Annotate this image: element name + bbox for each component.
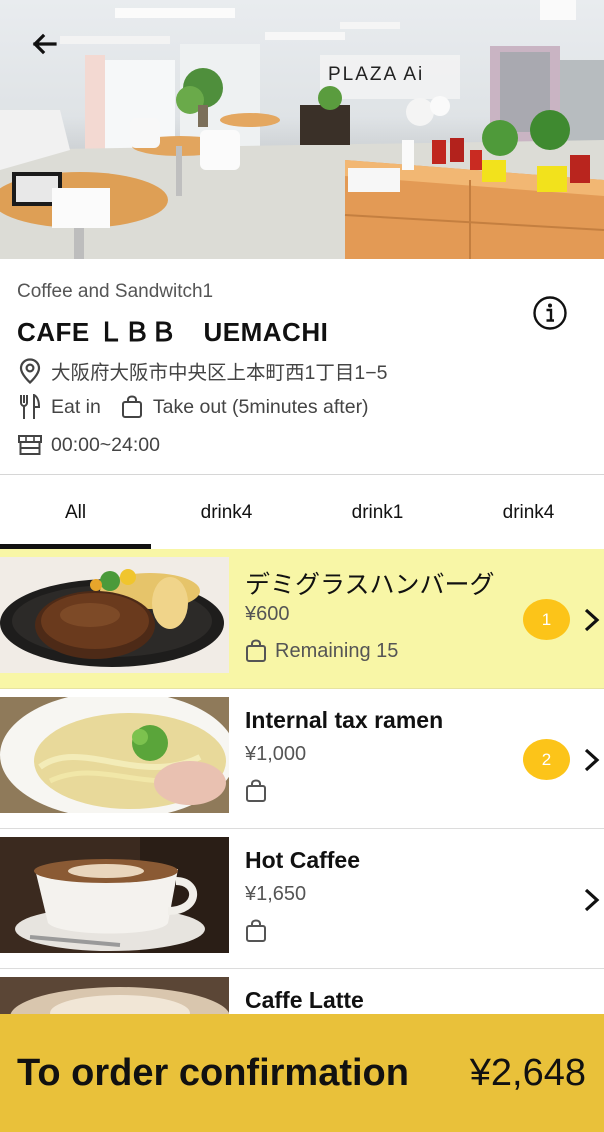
menu-item-title: デミグラスハンバーグ <box>245 571 495 599</box>
store-front-icon <box>17 432 43 458</box>
info-button[interactable] <box>532 295 568 331</box>
menu-item-stock: Remaining 15 <box>245 639 398 663</box>
shopping-bag-icon <box>246 639 266 662</box>
chevron-right-icon <box>584 748 600 772</box>
hamburg-steak-photo <box>0 557 229 673</box>
store-interior-photo <box>0 0 604 259</box>
menu-item-title: Internal tax ramen <box>245 707 444 733</box>
remaining-count: Remaining 15 <box>275 639 399 662</box>
hero-sign-text: PLAZA Ai <box>328 64 425 85</box>
store-address-row: 大阪府大阪市中央区上本町西1丁目1−5 <box>17 356 387 385</box>
ramen-photo <box>0 697 229 813</box>
menu-item-price: ¥1,000 <box>245 743 307 765</box>
chevron-right-icon <box>584 888 600 912</box>
menu-item-title: Caffe Latte <box>245 987 364 1013</box>
arrow-left-icon <box>32 33 57 55</box>
menu-item-hot-caffee[interactable]: Hot Caffee ¥1,650 <box>0 829 604 969</box>
opening-hours-row: 00:00~24:00 <box>17 432 160 458</box>
order-confirmation-button[interactable]: To order confirmation ¥2,648 <box>0 1014 604 1132</box>
menu-item-hamburg[interactable]: デミグラスハンバーグ ¥600 Remaining 15 1 <box>0 549 604 689</box>
tab-drink4[interactable]: drink4 <box>151 476 302 549</box>
service-options-row: Eat in Take out (5minutes after) <box>17 394 369 420</box>
eat-in-label: Eat in <box>51 395 101 418</box>
tab-drink4-second[interactable]: drink4 <box>453 476 604 549</box>
menu-item-stock <box>245 779 275 803</box>
menu-item-stock <box>245 919 275 943</box>
tab-drink1[interactable]: drink1 <box>302 476 453 549</box>
take-out-label: Take out (5minutes after) <box>152 395 369 418</box>
info-icon <box>533 296 567 330</box>
opening-hours: 00:00~24:00 <box>51 433 160 456</box>
shopping-bag-icon <box>119 394 145 420</box>
shopping-bag-icon <box>246 779 266 802</box>
cart-quantity-badge: 2 <box>523 739 570 780</box>
shopping-bag-icon <box>246 919 266 942</box>
category-tabs: All drink4 drink1 drink4 <box>0 476 604 549</box>
order-total: ¥2,648 <box>469 1051 586 1094</box>
menu-item-price: ¥600 <box>245 603 290 625</box>
menu-item-ramen[interactable]: Internal tax ramen ¥1,000 2 <box>0 689 604 829</box>
store-hero-image: PLAZA Ai <box>0 0 604 259</box>
menu-item-price: ¥1,650 <box>245 883 307 905</box>
chevron-right-icon <box>584 608 600 632</box>
menu-item-title: Hot Caffee <box>245 847 361 873</box>
fork-knife-icon <box>17 394 43 420</box>
store-info-panel: Coffee and Sandwitch1 CAFE ＬＢＢ UEMACHI 大… <box>0 259 604 475</box>
location-pin-icon <box>17 357 43 384</box>
hot-coffee-photo <box>0 837 229 953</box>
cart-quantity-badge: 1 <box>523 599 570 640</box>
back-button[interactable] <box>24 24 64 64</box>
order-confirmation-label: To order confirmation <box>17 1051 409 1094</box>
store-subtitle: Coffee and Sandwitch1 <box>17 281 214 302</box>
tab-all[interactable]: All <box>0 476 151 549</box>
store-address: 大阪府大阪市中央区上本町西1丁目1−5 <box>51 362 388 384</box>
store-name: CAFE ＬＢＢ UEMACHI <box>17 317 329 347</box>
